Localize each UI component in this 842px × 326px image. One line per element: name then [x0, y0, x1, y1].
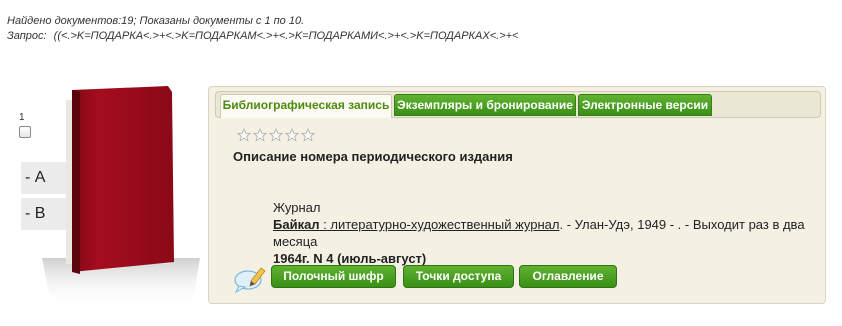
star-icon[interactable] — [253, 128, 267, 142]
record-number: 1 — [19, 112, 25, 123]
bibliographic-description: Журнал Байкал : литературно-художественн… — [273, 199, 813, 267]
found-count-text: Найдено документов:19; Показаны документ… — [7, 15, 305, 27]
query-label: Запрос: — [7, 30, 47, 42]
record-panel: Библиографическая запись Экземпляры и бр… — [208, 86, 826, 304]
journal-subtitle-link[interactable]: : литературно-художественный журнал — [320, 217, 559, 232]
record-title: Описание номера периодического издания — [233, 149, 513, 164]
comment-edit-icon[interactable] — [233, 265, 267, 294]
query-text: ((<.>K=ПОДАРКА<.>+<.>K=ПОДАРКАМ<.>+<.>K=… — [53, 30, 519, 42]
record-select-checkbox[interactable] — [19, 126, 31, 138]
star-icon[interactable] — [285, 128, 299, 142]
query-line: Запрос: ((<.>K=ПОДАРКА<.>+<.>K=ПОДАРКАМ<… — [7, 29, 518, 44]
table-of-contents-button[interactable]: Оглавление — [519, 265, 617, 288]
book-cover-icon — [42, 86, 200, 316]
tab-bibliographic-record[interactable]: Библиографическая запись — [220, 94, 392, 118]
record-tabs: Библиографическая запись Экземпляры и бр… — [215, 91, 821, 118]
tab-electronic-versions[interactable]: Электронные версии — [578, 94, 712, 116]
doc-type: Журнал — [273, 200, 321, 215]
star-icon[interactable] — [269, 128, 283, 142]
journal-title-link[interactable]: Байкал — [273, 217, 320, 232]
star-icon[interactable] — [237, 128, 251, 142]
star-icon[interactable] — [301, 128, 315, 142]
search-summary: Найдено документов:19; Показаны документ… — [7, 14, 518, 44]
rating-stars[interactable] — [237, 128, 315, 144]
tab-copies-reservation[interactable]: Экземпляры и бронирование — [394, 94, 576, 116]
shelf-code-button[interactable]: Полочный шифр — [271, 265, 396, 288]
access-points-button[interactable]: Точки доступа — [403, 265, 514, 288]
